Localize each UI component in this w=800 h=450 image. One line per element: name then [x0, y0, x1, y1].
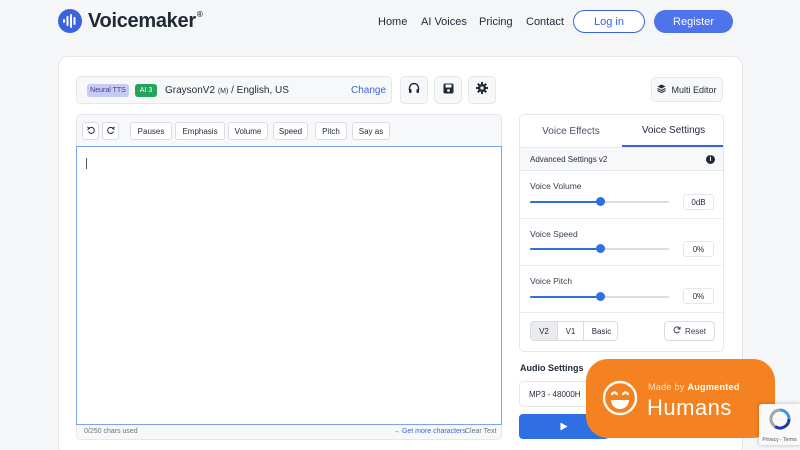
text-editor[interactable] — [76, 146, 502, 425]
save-icon — [443, 81, 454, 99]
ai-version-badge: AI 3 — [135, 84, 157, 97]
voice-pitch-slider[interactable] — [530, 292, 669, 301]
humans-wordmark: Humans — [647, 395, 732, 420]
divider — [520, 218, 723, 219]
advanced-settings-label: Advanced Settings v2 — [530, 155, 608, 164]
tool-say-as[interactable]: Say as — [352, 122, 390, 140]
tool-volume[interactable]: Volume — [228, 122, 268, 140]
login-button[interactable]: Log in — [573, 10, 645, 33]
advanced-settings-row: Advanced Settings v2 i — [520, 147, 723, 171]
tool-pauses[interactable]: Pauses — [130, 122, 172, 140]
voice-pitch-value[interactable]: 0% — [683, 288, 714, 304]
divider — [520, 265, 723, 266]
slider-thumb[interactable] — [596, 244, 605, 253]
nav-pricing[interactable]: Pricing — [479, 16, 513, 28]
change-voice-link[interactable]: Change — [351, 85, 386, 96]
made-by-augmented-humans-badge: Made by Augmented Humans — [586, 359, 775, 438]
engine-version-group: V2 V1 Basic — [530, 321, 618, 341]
brand-name: Voicemaker® — [88, 9, 203, 32]
chars-used-counter: 0/250 chars used — [84, 428, 138, 435]
editor-footer: 0/250 chars used → Get more characters C… — [76, 425, 502, 440]
voice-volume-label: Voice Volume — [530, 181, 582, 191]
voice-speed-value[interactable]: 0% — [683, 241, 714, 257]
slider-fill — [530, 296, 600, 298]
voice-speed-slider[interactable] — [530, 244, 669, 253]
editor-toolbar: Pauses Emphasis Volume Speed Pitch Say a… — [76, 114, 502, 146]
recaptcha-icon — [768, 408, 791, 435]
nav-contact[interactable]: Contact — [526, 16, 564, 28]
divider — [520, 312, 723, 313]
tool-pitch[interactable]: Pitch — [315, 122, 347, 140]
undo-icon — [86, 126, 95, 136]
get-more-characters-link[interactable]: → Get more characters — [393, 428, 466, 435]
gear-icon — [476, 81, 488, 99]
text-caret — [86, 158, 87, 169]
version-basic-button[interactable]: Basic — [584, 322, 617, 340]
save-button[interactable] — [434, 76, 462, 104]
voice-selector[interactable]: Neural TTS AI 3 GraysonV2 (M) / English,… — [76, 76, 392, 104]
tab-voice-settings[interactable]: Voice Settings — [622, 115, 723, 147]
redo-icon — [106, 126, 115, 136]
smiley-icon — [601, 379, 639, 422]
voice-settings-panel: Voice Effects Voice Settings Advanced Se… — [519, 114, 724, 352]
neural-tts-badge: Neural TTS — [87, 84, 129, 97]
refresh-icon — [673, 326, 681, 336]
preview-voice-button[interactable] — [400, 76, 428, 104]
clear-text-button[interactable]: Clear Text — [465, 428, 496, 435]
headphones-icon — [408, 81, 420, 99]
settings-button[interactable] — [468, 76, 496, 104]
redo-button[interactable] — [102, 122, 119, 140]
version-v2-button[interactable]: V2 — [531, 322, 558, 340]
reset-label: Reset — [685, 326, 706, 336]
tool-speed[interactable]: Speed — [273, 122, 308, 140]
multi-editor-button[interactable]: Multi Editor — [651, 77, 723, 102]
tab-voice-effects[interactable]: Voice Effects — [520, 115, 622, 147]
audio-settings-label: Audio Settings — [520, 363, 584, 373]
voice-name: GraysonV2 (M) / English, US — [165, 85, 289, 96]
brand-logo[interactable]: Voicemaker® — [58, 9, 203, 33]
undo-button[interactable] — [82, 122, 99, 140]
info-icon[interactable]: i — [706, 155, 715, 164]
site-header: Voicemaker® Home AI Voices Pricing Conta… — [0, 0, 800, 44]
version-v1-button[interactable]: V1 — [558, 322, 584, 340]
multi-editor-label: Multi Editor — [671, 84, 717, 95]
slider-thumb[interactable] — [596, 197, 605, 206]
voice-volume-value[interactable]: 0dB — [683, 194, 714, 210]
register-button[interactable]: Register — [654, 10, 733, 33]
layers-icon — [657, 84, 667, 95]
play-icon — [560, 418, 568, 436]
slider-thumb[interactable] — [596, 292, 605, 301]
slider-fill — [530, 201, 600, 203]
reset-button[interactable]: Reset — [664, 321, 715, 341]
made-by-text: Made by Augmented — [648, 382, 740, 392]
recaptcha-badge[interactable]: Privacy - Terms — [759, 404, 800, 445]
tool-emphasis[interactable]: Emphasis — [175, 122, 225, 140]
nav-home[interactable]: Home — [378, 16, 407, 28]
voice-speed-label: Voice Speed — [530, 229, 578, 239]
recaptcha-text[interactable]: Privacy - Terms — [762, 437, 796, 443]
voice-volume-slider[interactable] — [530, 197, 669, 206]
slider-fill — [530, 248, 600, 250]
nav-ai-voices[interactable]: AI Voices — [421, 16, 467, 28]
soundwave-icon — [58, 9, 82, 33]
voice-pitch-label: Voice Pitch — [530, 276, 573, 286]
